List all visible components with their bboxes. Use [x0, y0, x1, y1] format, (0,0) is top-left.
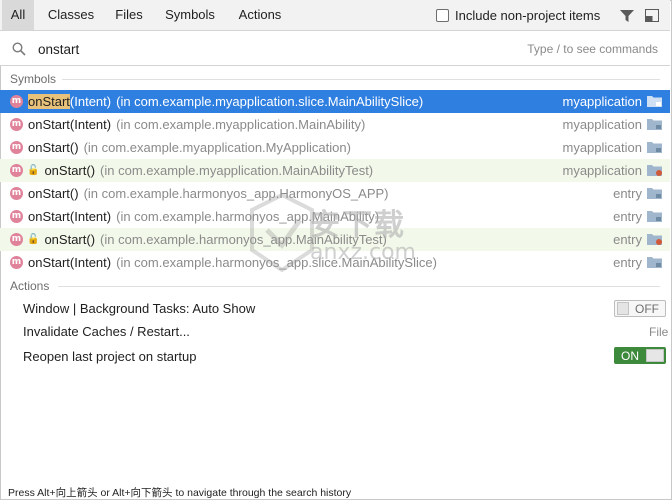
visibility-icon: 🔓	[27, 234, 40, 245]
method-icon: m	[10, 141, 23, 154]
result-signature: onStart(Intent)	[28, 209, 112, 224]
result-name: onStart(Intent)	[28, 209, 111, 224]
result-name: onStart()	[44, 232, 95, 247]
tab-actions[interactable]: Actions	[230, 0, 290, 30]
result-name: onStart()	[28, 140, 79, 155]
visibility-icon: 🔓	[27, 165, 40, 176]
module-folder-icon	[647, 234, 662, 245]
background-tasks-toggle[interactable]: OFF	[614, 300, 666, 317]
toggle-knob	[617, 302, 629, 315]
result-context: (in com.example.myapplication.MainAbilit…	[116, 117, 366, 132]
result-row[interactable]: m onStart() (in com.example.myapplication.…	[0, 136, 670, 159]
result-name: onStart(Intent)	[28, 94, 111, 109]
module-folder-icon	[647, 96, 662, 107]
result-module: myapplication	[562, 94, 643, 109]
method-icon: m	[10, 187, 23, 200]
result-module: entry	[613, 255, 642, 270]
watermark-url: anxz.com	[310, 240, 416, 265]
result-context: (in com.example.myapplication.MyApplicat…	[83, 140, 351, 155]
result-name: onStart(Intent)	[28, 117, 111, 132]
result-row[interactable]: m onStart(Intent) (in com.example.myapplic…	[0, 113, 670, 136]
open-in-tool-window-icon[interactable]	[645, 9, 659, 22]
method-icon: m	[10, 118, 23, 131]
action-category-label: File	[649, 325, 669, 339]
method-icon: m	[10, 233, 23, 246]
result-module: entry	[613, 232, 642, 247]
module-folder-icon	[647, 119, 662, 130]
include-non-project-option[interactable]: Include non-project items	[436, 0, 600, 30]
result-signature: onStart()	[44, 232, 96, 247]
match-highlight: onStart	[28, 94, 70, 109]
toggle-state-label: ON	[621, 349, 639, 363]
method-icon: m	[10, 256, 23, 269]
tab-all[interactable]: All	[2, 0, 34, 30]
method-icon: m	[10, 210, 23, 223]
result-row[interactable]: m onStart(Intent) (in com.example.myapplic…	[0, 90, 670, 113]
tab-symbols[interactable]: Symbols	[156, 0, 224, 30]
include-non-project-checkbox[interactable]	[436, 8, 449, 22]
reopen-last-project-toggle[interactable]: ON	[614, 347, 666, 364]
result-name: onStart()	[28, 186, 79, 201]
result-name: onStart()	[44, 163, 95, 178]
result-signature: onStart()	[28, 186, 79, 201]
status-hint: Press Alt+向上箭头 or Alt+向下箭头 to navigate t…	[8, 487, 352, 499]
tab-classes[interactable]: Classes	[40, 0, 102, 30]
result-module: entry	[613, 209, 642, 224]
action-reopen-last-project[interactable]: Reopen last project on startup	[23, 349, 196, 364]
module-folder-icon	[647, 165, 662, 176]
result-context: (in com.example.myapplication.slice.Main…	[116, 94, 424, 109]
result-module: myapplication	[562, 163, 643, 178]
result-signature: onStart(Intent)	[28, 255, 112, 270]
method-icon: m	[10, 164, 23, 177]
search-input[interactable]	[38, 39, 458, 59]
section-actions: Actions	[10, 279, 50, 293]
result-module: myapplication	[562, 117, 643, 132]
section-divider	[58, 286, 660, 287]
include-non-project-label: Include non-project items	[455, 7, 601, 23]
module-folder-icon	[647, 257, 662, 268]
result-signature: (Intent)	[69, 94, 112, 109]
module-folder-icon	[647, 142, 662, 153]
result-signature: onStart()	[28, 140, 79, 155]
method-icon: m	[10, 95, 23, 108]
result-signature: onStart()	[44, 163, 96, 178]
watermark-text: 安下载	[310, 208, 406, 243]
module-folder-icon	[647, 211, 662, 222]
search-row: Type / to see commands	[0, 31, 670, 66]
result-signature: onStart(Intent)	[28, 117, 112, 132]
search-hint: Type / to see commands	[527, 42, 658, 56]
search-icon	[12, 42, 26, 56]
filter-icon[interactable]	[620, 10, 634, 22]
result-context: (in com.example.myapplication.MainAbilit…	[100, 163, 374, 178]
toggle-knob	[646, 349, 664, 362]
toggle-state-label: OFF	[635, 302, 659, 316]
result-name: onStart(Intent)	[28, 255, 111, 270]
section-divider	[62, 79, 660, 80]
action-invalidate-caches[interactable]: Invalidate Caches / Restart...	[23, 324, 190, 339]
tab-files[interactable]: Files	[108, 0, 150, 30]
action-window-background-tasks[interactable]: Window | Background Tasks: Auto Show	[23, 301, 255, 316]
result-row[interactable]: m 🔓 onStart() (in com.example.myapplication…	[0, 159, 670, 182]
section-symbols: Symbols	[10, 72, 57, 86]
module-folder-icon	[647, 188, 662, 199]
result-module: entry	[613, 186, 642, 201]
tab-bar: All Classes Files Symbols Actions Includ…	[0, 0, 670, 31]
result-module: myapplication	[562, 140, 643, 155]
